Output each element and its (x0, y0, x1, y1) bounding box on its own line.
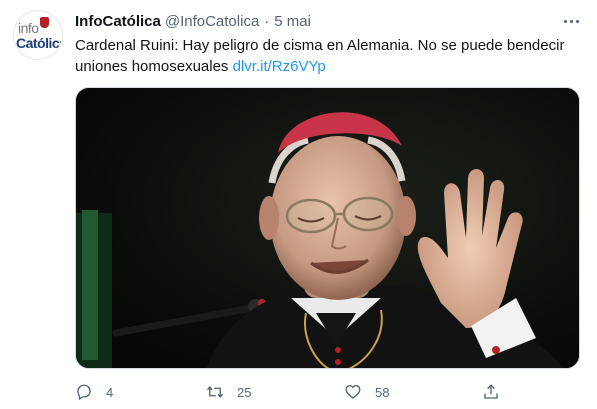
share-button[interactable] (482, 380, 513, 404)
avatar-emblem-icon (40, 17, 49, 28)
more-dot-icon (569, 19, 573, 23)
action-bar: 4 25 58 (75, 380, 580, 404)
retweet-count: 25 (237, 384, 252, 400)
tweet-date[interactable]: 5 mai (274, 13, 311, 30)
tweet[interactable]: info Católica InfoCatólica @InfoCatolica… (0, 0, 597, 409)
tweet-header: InfoCatólica @InfoCatolica · 5 mai (75, 10, 311, 32)
more-dot-icon (575, 19, 579, 23)
handle[interactable]: @InfoCatolica (165, 13, 259, 30)
like-button[interactable]: 58 (344, 380, 389, 404)
heart-icon (345, 384, 361, 399)
tweet-text: Cardenal Ruini: Hay peligro de cisma en … (75, 35, 575, 77)
share-icon (484, 384, 498, 399)
tweet-link[interactable]: dlvr.it/Rz6VYp (233, 58, 326, 75)
reply-count: 4 (106, 384, 114, 400)
cardinal-photo (76, 88, 579, 368)
more-options-button[interactable] (558, 8, 584, 34)
more-dot-icon (563, 19, 567, 23)
display-name[interactable]: InfoCatólica (75, 13, 161, 30)
tweet-photo[interactable] (75, 87, 580, 369)
retweet-button[interactable]: 25 (206, 380, 251, 404)
avatar[interactable]: info Católica (13, 10, 63, 60)
reply-icon (77, 384, 91, 400)
separator-dot: · (264, 12, 270, 30)
avatar-logo-top: info (18, 20, 39, 36)
avatar-logo-bottom: Católica (16, 35, 63, 51)
like-count: 58 (375, 384, 390, 400)
reply-button[interactable]: 4 (75, 380, 113, 404)
retweet-icon (206, 386, 224, 398)
